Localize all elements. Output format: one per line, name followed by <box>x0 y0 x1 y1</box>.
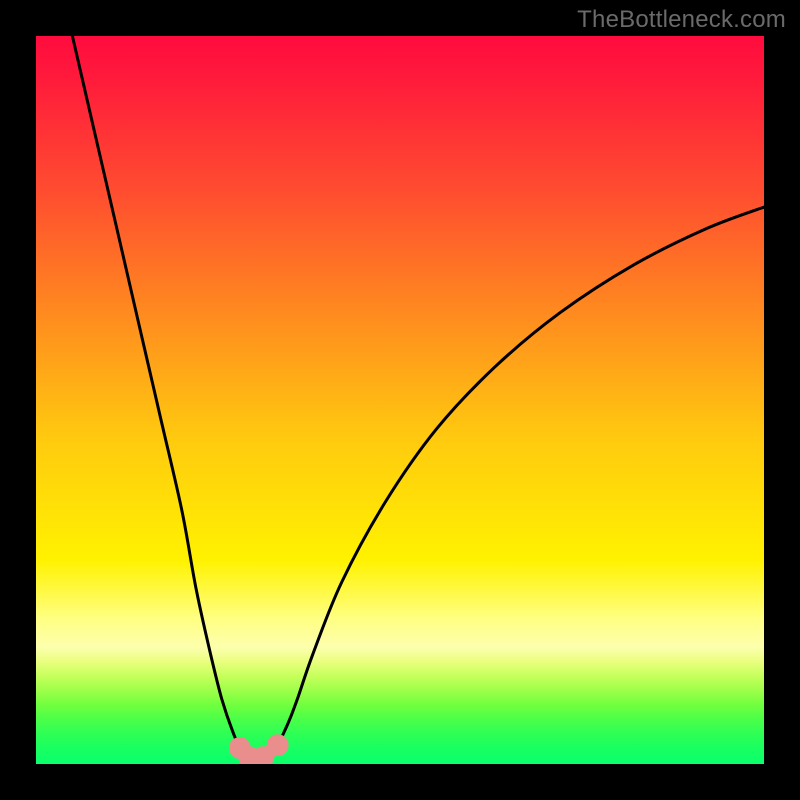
chart-frame: TheBottleneck.com <box>0 0 800 800</box>
bottleneck-curve <box>72 36 764 759</box>
curve-layer <box>36 36 764 764</box>
curve-markers <box>229 734 289 764</box>
plot-area <box>36 36 764 764</box>
watermark-text: TheBottleneck.com <box>577 6 786 34</box>
vertex-right <box>267 734 289 756</box>
